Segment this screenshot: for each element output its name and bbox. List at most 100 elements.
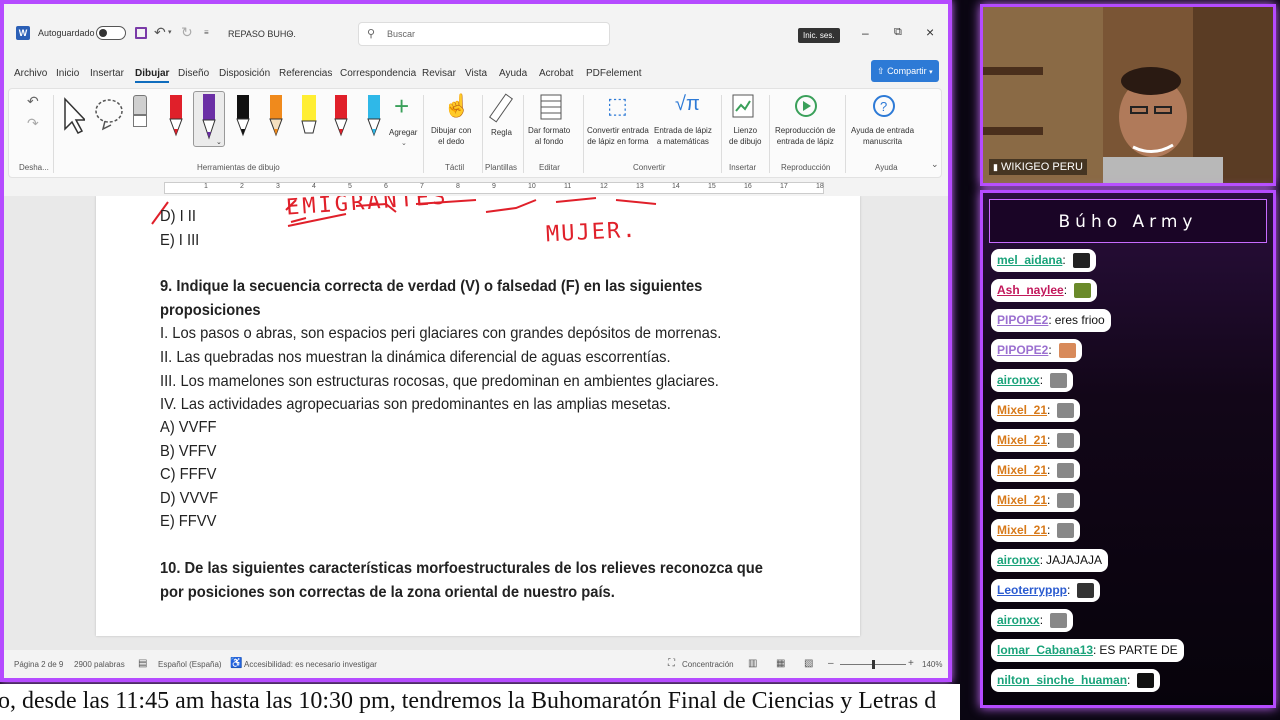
undo-dropdown-icon[interactable]: ▾ bbox=[168, 28, 172, 36]
chat-username[interactable]: Mixel_21 bbox=[997, 399, 1047, 422]
language[interactable]: Español (España) bbox=[158, 660, 222, 669]
chat-username[interactable]: aironxx bbox=[997, 609, 1040, 632]
word-count[interactable]: 2900 palabras bbox=[74, 660, 125, 669]
focus-icon[interactable]: ⛶ bbox=[668, 658, 675, 669]
ink-help-label[interactable]: Ayuda de entrada manuscrita bbox=[851, 125, 914, 147]
menu-tab-pdfelement[interactable]: PDFelement bbox=[586, 68, 642, 79]
customize-icon[interactable]: ≡ bbox=[204, 28, 209, 37]
option-d-prev: D) I II bbox=[160, 208, 196, 225]
menu-tab-acrobat[interactable]: Acrobat bbox=[539, 68, 573, 79]
undo-icon[interactable]: ↶ bbox=[154, 24, 166, 41]
eraser-tool-icon[interactable] bbox=[133, 95, 147, 133]
pen-red-2-icon[interactable] bbox=[331, 93, 351, 139]
chat-username[interactable]: Ash_naylee bbox=[997, 279, 1064, 302]
emote-icon bbox=[1072, 253, 1090, 268]
chat-separator: : bbox=[1039, 553, 1044, 567]
accessibility-status[interactable]: Accesibilidad: es necesario investigar bbox=[244, 660, 377, 669]
page-count[interactable]: Página 2 de 9 bbox=[14, 660, 63, 669]
ribbon-redo-icon[interactable]: ↷ bbox=[27, 115, 39, 132]
menu-tab-archivo[interactable]: Archivo bbox=[14, 68, 47, 79]
menu-tab-dibujar[interactable]: Dibujar bbox=[135, 68, 170, 83]
ribbon-undo-icon[interactable]: ↶ bbox=[27, 93, 39, 110]
zoom-out-icon[interactable]: – bbox=[828, 658, 834, 669]
chat-username[interactable]: Mixel_21 bbox=[997, 519, 1047, 542]
signin-button[interactable]: Inic. ses. bbox=[798, 28, 840, 43]
pencil-orange-icon[interactable] bbox=[266, 93, 286, 139]
ruler-label[interactable]: Regla bbox=[491, 127, 512, 138]
bg-format-icon[interactable] bbox=[539, 93, 563, 121]
chat-username[interactable]: Leoterryppp bbox=[997, 579, 1067, 602]
web-layout-icon[interactable]: ▧ bbox=[804, 658, 813, 669]
horizontal-ruler[interactable]: 1 2 3 4 5 6 7 8 9 10 11 12 13 14 15 16 17 18 bbox=[8, 180, 942, 196]
zoom-in-icon[interactable]: + bbox=[908, 658, 914, 669]
pen-purple-selected[interactable]: ⌄ bbox=[193, 91, 225, 147]
restore-icon[interactable]: ⧉ bbox=[894, 26, 902, 39]
menu-tab-revisar[interactable]: Revisar bbox=[422, 68, 456, 79]
zoom-level[interactable]: 140% bbox=[922, 660, 942, 669]
chat-username[interactable]: PIPOPE2 bbox=[997, 309, 1048, 332]
ink-to-shape-label[interactable]: Convertir entrada de lápiz en forma bbox=[587, 125, 649, 147]
chat-username[interactable]: Mixel_21 bbox=[997, 429, 1047, 452]
handwriting-mujer: MUJER. bbox=[545, 217, 639, 248]
autosave-toggle[interactable] bbox=[96, 26, 126, 40]
ink-to-math-icon[interactable]: √π bbox=[675, 93, 700, 116]
replay-label[interactable]: Reproducción de entrada de lápiz bbox=[775, 125, 835, 147]
canvas-label[interactable]: Lienzo de dibujo bbox=[729, 125, 761, 147]
replay-icon[interactable] bbox=[793, 93, 819, 119]
chat-username[interactable]: Mixel_21 bbox=[997, 459, 1047, 482]
chat-username[interactable]: nilton_sinche_huaman bbox=[997, 669, 1127, 692]
ruler-tick-label: 8 bbox=[456, 183, 460, 190]
chat-username[interactable]: mel_aidana bbox=[997, 249, 1062, 272]
redo-icon[interactable]: ↻ bbox=[181, 24, 193, 41]
menu-tab-vista[interactable]: Vista bbox=[465, 68, 487, 79]
menu-tab-referencias[interactable]: Referencias bbox=[279, 68, 332, 79]
accessibility-icon[interactable]: ♿ bbox=[230, 658, 242, 669]
pen-red-icon[interactable] bbox=[166, 93, 186, 139]
draw-finger-icon[interactable]: ☝ bbox=[443, 93, 470, 119]
chat-username[interactable]: PIPOPE2 bbox=[997, 339, 1048, 362]
ink-to-shape-icon[interactable]: ⬚ bbox=[607, 93, 628, 119]
doc-title-chevron-icon[interactable]: ⌄ bbox=[287, 28, 294, 37]
chat-username[interactable]: lomar_Cabana13 bbox=[997, 639, 1093, 662]
zoom-slider-thumb[interactable] bbox=[872, 660, 875, 669]
ruler-tick-label: 18 bbox=[816, 183, 824, 190]
add-pen-icon[interactable]: + bbox=[394, 91, 409, 122]
menu-tab-diseño[interactable]: Diseño bbox=[178, 68, 209, 79]
menu-tab-disposición[interactable]: Disposición bbox=[219, 68, 270, 79]
ink-help-icon[interactable]: ? bbox=[871, 93, 897, 121]
save-icon[interactable] bbox=[135, 27, 147, 39]
close-icon[interactable]: × bbox=[926, 24, 934, 40]
draw-finger-label[interactable]: Dibujar con el dedo bbox=[431, 125, 471, 147]
menu-tab-insertar[interactable]: Insertar bbox=[90, 68, 124, 79]
ribbon-collapse-icon[interactable]: ⌄ bbox=[931, 159, 939, 170]
menu-tab-ayuda[interactable]: Ayuda bbox=[499, 68, 527, 79]
print-layout-icon[interactable]: ▦ bbox=[776, 658, 785, 669]
add-pen-label[interactable]: Agregar bbox=[389, 127, 417, 138]
focus-mode[interactable]: Concentración bbox=[682, 660, 734, 669]
pen-cyan-icon[interactable] bbox=[364, 93, 384, 139]
share-button[interactable]: ⇧ Compartir ▾ bbox=[871, 60, 939, 82]
select-tool-icon[interactable] bbox=[61, 97, 85, 135]
pen-black-icon[interactable] bbox=[233, 93, 253, 139]
add-pen-chevron-icon[interactable]: ⌄ bbox=[401, 139, 407, 147]
canvas-icon[interactable] bbox=[731, 93, 755, 119]
highlighter-yellow-icon[interactable] bbox=[299, 93, 319, 139]
ink-to-math-label[interactable]: Entrada de lápiz a matemáticas bbox=[654, 125, 712, 147]
ruler-icon[interactable] bbox=[489, 93, 515, 123]
chat-username[interactable]: aironxx bbox=[997, 369, 1040, 392]
lasso-tool-icon[interactable] bbox=[91, 95, 127, 135]
doc-title[interactable]: REPASO BUHO. bbox=[228, 29, 296, 39]
read-mode-icon[interactable]: ▥ bbox=[748, 658, 757, 669]
menu-tab-correspondencia[interactable]: Correspondencia bbox=[340, 68, 416, 79]
document-page[interactable]: D) I II E) I III EMIGRANTES MUJER. 9. In… bbox=[96, 196, 860, 636]
chat-username[interactable]: Mixel_21 bbox=[997, 489, 1047, 512]
minimize-icon[interactable]: – bbox=[862, 26, 869, 40]
menu-tab-inicio[interactable]: Inicio bbox=[56, 68, 79, 79]
svg-text:?: ? bbox=[880, 99, 887, 114]
search-input[interactable]: Buscar bbox=[387, 29, 415, 39]
zoom-slider[interactable] bbox=[840, 660, 906, 669]
proofing-icon[interactable]: ▤ bbox=[138, 658, 147, 669]
search-box[interactable]: ⚲ Buscar bbox=[358, 22, 610, 46]
bg-format-label[interactable]: Dar formato al fondo bbox=[528, 125, 570, 147]
chat-username[interactable]: aironxx bbox=[997, 549, 1040, 572]
